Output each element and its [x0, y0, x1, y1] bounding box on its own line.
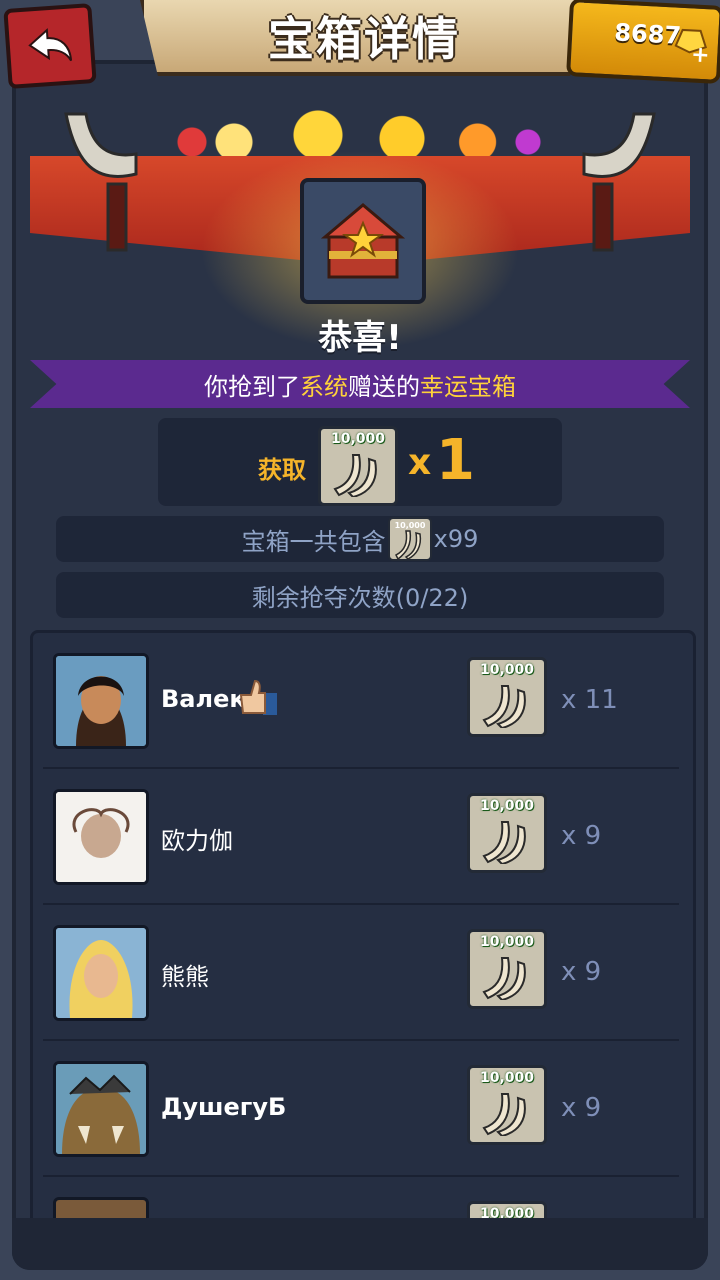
horn-item-tile[interactable]: 10,000: [467, 657, 547, 737]
item-amount: 10,000: [479, 934, 535, 950]
chest-contents-bar: 宝箱一共包含 10,000 x99: [56, 516, 664, 562]
obtain-label: 获取: [258, 456, 306, 484]
item-amount: 10,000: [330, 431, 386, 447]
obtained-box: 获取 10,000 x 1: [158, 418, 562, 506]
avatar[interactable]: [53, 925, 149, 1021]
ribbon-text-1: 你抢到了: [204, 372, 300, 401]
horn-item-icon: [333, 454, 377, 497]
item-amount: 10,000: [479, 662, 535, 678]
remaining-attempts-bar: 剩余抢夺次数(0/22): [56, 572, 664, 618]
horn-item-icon: [482, 1093, 526, 1136]
page-title: 宝箱详情: [268, 12, 460, 66]
horn-item-tile[interactable]: 10,000: [467, 929, 547, 1009]
add-gold-icon[interactable]: +: [689, 42, 712, 68]
gold-counter[interactable]: 8687 +: [566, 0, 720, 84]
ribbon-text-2: 赠送的: [348, 372, 420, 401]
horn-item-icon: [482, 685, 526, 728]
title-banner: 宝箱详情: [140, 0, 588, 76]
ribbon-highlight-system: 系统: [300, 372, 348, 401]
list-item[interactable]: 欧力伽 10,000 x 9: [43, 769, 679, 905]
horn-item-tile[interactable]: 10,000: [318, 426, 398, 506]
player-name: Валек: [161, 685, 246, 713]
avatar[interactable]: [53, 653, 149, 749]
player-name: 欧力伽: [161, 827, 233, 855]
back-arrow-icon: [28, 28, 73, 62]
horn-item-tile[interactable]: 10,000: [467, 1065, 547, 1145]
result-ribbon: 你抢到了 系统 赠送的 幸运宝箱: [30, 360, 690, 408]
avatar[interactable]: [53, 789, 149, 885]
received-quantity: x 9: [561, 1093, 602, 1123]
horn-left-icon: [64, 112, 138, 252]
congrats-text: 恭喜!: [318, 318, 402, 358]
received-quantity: x 9: [561, 821, 602, 851]
hero-portrait-icon: [56, 928, 146, 1018]
horn-item-tile[interactable]: 10,000: [467, 793, 547, 873]
player-name: 熊熊: [161, 963, 209, 991]
player-name: ДушегуБ: [161, 1093, 287, 1121]
svg-text:10,000: 10,000: [394, 521, 425, 530]
ribbon-highlight-chest: 幸运宝箱: [420, 372, 516, 401]
list-item[interactable]: 熊熊 10,000 x 9: [43, 905, 679, 1041]
bottom-frame: [12, 1218, 708, 1270]
contains-label: 宝箱一共包含: [241, 527, 386, 556]
list-item[interactable]: Валек 10,000 x 11: [43, 633, 679, 769]
received-quantity: x 11: [561, 685, 618, 715]
user-photo-icon: [56, 792, 146, 882]
back-button[interactable]: [3, 3, 97, 89]
monster-portrait-icon: [56, 1064, 146, 1154]
horn-right-icon: [582, 112, 656, 252]
horn-item-icon: [482, 821, 526, 864]
contains-quantity: x99: [433, 525, 479, 553]
list-item[interactable]: ДушегуБ 10,000 x 9: [43, 1041, 679, 1177]
lucky-chest: [300, 178, 426, 304]
recipient-list[interactable]: Валек 10,000 x 11 欧力伽 10,000 x 9 熊熊 10,0…: [30, 630, 696, 1226]
obtain-multiplier: x: [408, 442, 432, 483]
thumbs-up-icon[interactable]: [237, 677, 281, 717]
item-amount: 10,000: [479, 1070, 535, 1086]
remaining-label: 剩余抢夺次数(0/22): [251, 583, 469, 612]
item-amount: 10,000: [479, 798, 535, 814]
hero-portrait-icon: [56, 656, 146, 746]
received-quantity: x 9: [561, 957, 602, 987]
horn-item-icon: [482, 957, 526, 1000]
avatar[interactable]: [53, 1061, 149, 1157]
horn-item-mini-icon: 10,000: [387, 517, 432, 561]
treasure-chest-icon: [320, 203, 406, 279]
obtain-quantity: 1: [436, 428, 475, 493]
